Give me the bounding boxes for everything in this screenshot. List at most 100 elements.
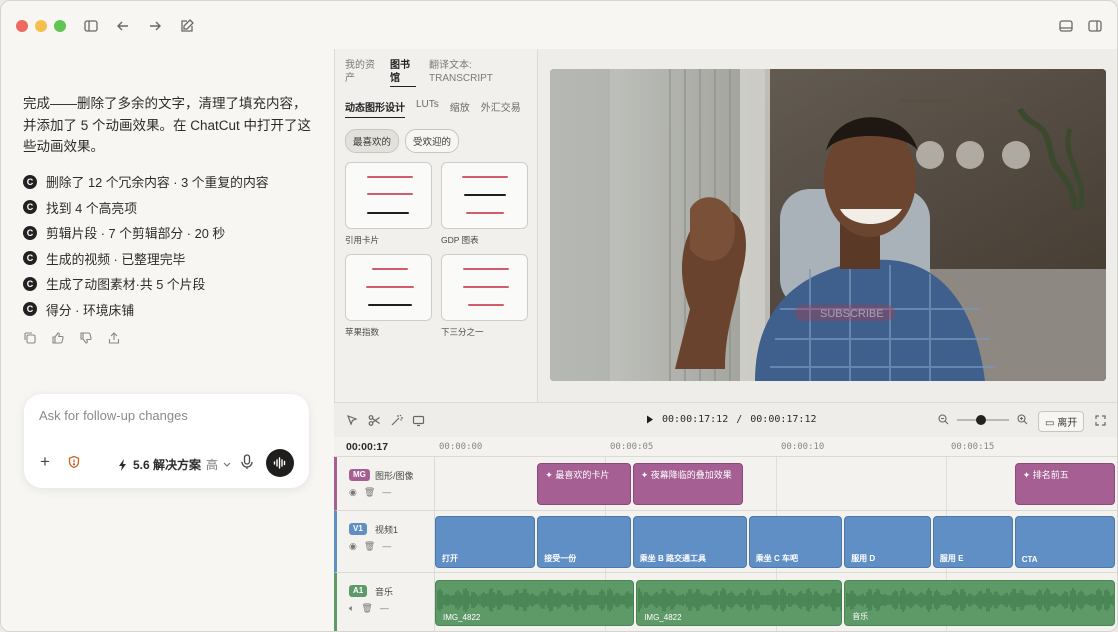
scissors-icon[interactable]: [368, 414, 381, 427]
ruler-tick: 00:00:00: [439, 442, 483, 452]
chatcut-icon: C: [23, 251, 37, 266]
template-card[interactable]: GDP 图表: [441, 162, 528, 246]
ruler-tick: 00:00:05: [610, 442, 654, 452]
clip-mg[interactable]: ✦ 最喜欢的卡片: [537, 463, 631, 505]
clip-label: 音乐: [852, 612, 869, 621]
library-subtabs: 动态图形设计 LUTs 缩放 外汇交易: [345, 99, 521, 118]
tab-library[interactable]: 图书馆: [390, 59, 416, 87]
tab-my-assets[interactable]: 我的资产: [345, 59, 377, 87]
assistant-message: 完成——删除了多余的文字，清理了填充内容，并添加了 5 个动画效果。在 Chat…: [23, 96, 312, 154]
thumbs-up-icon[interactable]: [51, 331, 65, 345]
clip-v1[interactable]: 服用 D: [844, 516, 931, 568]
follow-up-input[interactable]: Ask for follow-up changes: [39, 408, 188, 423]
clip-a1[interactable]: IMG_4822: [636, 580, 843, 626]
track-header-v1[interactable]: V1 视频1 ◉ 🗑︎ —: [334, 511, 435, 573]
voice-mode-button[interactable]: [266, 449, 294, 477]
clip-v1[interactable]: 接受一份: [537, 516, 631, 568]
template-label: 下三分之一: [441, 327, 484, 337]
select-tool-icon[interactable]: [346, 414, 359, 427]
chatcut-icon: C: [23, 302, 37, 317]
zoom-window-button[interactable]: [54, 20, 66, 32]
step-text: 找到 4 个高亮项: [46, 200, 138, 216]
minimize-window-button[interactable]: [35, 20, 47, 32]
clip-v1[interactable]: 打开: [435, 516, 536, 568]
zoom-in-icon[interactable]: [1017, 414, 1028, 425]
template-label: 苹果指数: [345, 327, 380, 337]
model-selector[interactable]: 5.6 解决方案 高: [118, 456, 231, 473]
track-badge: V1: [349, 523, 367, 535]
subtab-zoom[interactable]: 缩放: [450, 99, 470, 118]
clip-label: ✦ 排名前五: [1022, 470, 1069, 480]
chatcut-icon: C: [23, 276, 37, 291]
step-item: C 找到 4 个高亮项: [23, 195, 269, 221]
track-header-a1[interactable]: A1 音乐 🔈︎ 🗑︎ —: [334, 573, 435, 631]
monitor-icon[interactable]: [412, 414, 425, 427]
clip-a1[interactable]: 音乐: [844, 580, 1115, 626]
timecode-separator: /: [736, 414, 743, 425]
back-arrow-icon[interactable]: [113, 16, 133, 36]
eye-icon[interactable]: ◉: [349, 487, 357, 498]
thumbs-down-icon[interactable]: [79, 331, 93, 345]
play-icon[interactable]: [646, 415, 654, 424]
template-card[interactable]: 苹果指数: [345, 254, 432, 338]
subtab-luts[interactable]: LUTs: [416, 99, 439, 118]
track-header-mg[interactable]: MG 图形/图像 ◉ 🗑︎ —: [334, 457, 435, 511]
clip-v1[interactable]: 乘坐 C 车吧: [748, 516, 843, 568]
trash-icon[interactable]: 🗑︎: [361, 603, 372, 614]
template-card[interactable]: 引用卡片: [345, 162, 432, 246]
clip-label: 服用 D: [851, 554, 876, 563]
minus-icon[interactable]: —: [382, 487, 391, 498]
zoom-out-icon[interactable]: [938, 414, 949, 425]
template-label: 引用卡片: [345, 235, 380, 245]
tab-transcript[interactable]: 翻译文本: TRANSCRIPT: [429, 59, 499, 87]
template-label: GDP 图表: [441, 235, 479, 245]
lightning-icon: [119, 458, 126, 471]
transport-controls: 00:00:17:12 / 00:00:17:12: [646, 414, 817, 425]
close-window-button[interactable]: [16, 20, 28, 32]
fullscreen-icon[interactable]: [1094, 414, 1107, 427]
clip-a1[interactable]: IMG_4822: [435, 580, 635, 626]
microphone-icon[interactable]: [240, 454, 254, 470]
template-card[interactable]: 下三分之一: [441, 254, 528, 338]
follow-up-composer[interactable]: Ask for follow-up changes + 5.6 解决方案 高: [24, 394, 309, 488]
plus-icon[interactable]: +: [40, 453, 50, 470]
step-item: C 剪辑片段 · 7 个剪辑部分 · 20 秒: [23, 220, 269, 246]
right-panel-toggle-icon[interactable]: [1085, 16, 1105, 36]
magic-wand-icon[interactable]: [390, 414, 403, 427]
sidebar-toggle-icon[interactable]: [81, 16, 101, 36]
time-ruler[interactable]: 00:00:17 00:00:00 00:00:05 00:00:10 00:0…: [334, 437, 1117, 457]
forward-arrow-icon[interactable]: [145, 16, 165, 36]
minus-icon[interactable]: —: [380, 603, 389, 614]
track-badge: MG: [349, 469, 370, 481]
clip-mg[interactable]: ✦ 排名前五: [1014, 463, 1115, 505]
track-lane-v1: 打开 接受一份 乘坐 B 路交通工具 乘坐 C 车吧 服用 D 服用 E CTA: [435, 511, 1117, 573]
speaker-icon[interactable]: 🔈︎: [349, 603, 354, 614]
clip-mg[interactable]: ✦ 夜幕降临的叠加效果: [632, 463, 744, 505]
eye-icon[interactable]: ◉: [349, 541, 357, 552]
share-icon[interactable]: [107, 331, 121, 345]
clip-label: ✦ 夜幕降临的叠加效果: [640, 470, 732, 480]
minus-icon[interactable]: —: [382, 541, 391, 552]
chip-popular[interactable]: 受欢迎的: [405, 129, 460, 153]
clip-label: 服用 E: [939, 554, 964, 563]
bottom-panel-toggle-icon[interactable]: [1056, 16, 1076, 36]
video-frame[interactable]: SUBSCRIBE: [550, 69, 1106, 381]
compose-icon[interactable]: [177, 16, 197, 36]
model-label: 5.6 解决方案: [133, 458, 202, 472]
shield-icon[interactable]: [67, 455, 81, 469]
clip-v1[interactable]: 乘坐 B 路交通工具: [632, 516, 747, 568]
template-thumbnail: [441, 162, 528, 229]
leave-button[interactable]: ▭ 离开: [1038, 411, 1085, 432]
timeline-toolbar: 00:00:17:12 / 00:00:17:12 ▭ 离开: [334, 402, 1117, 437]
zoom-slider[interactable]: [957, 414, 1009, 425]
subtab-motion-graphics[interactable]: 动态图形设计: [345, 99, 405, 118]
clip-v1[interactable]: 服用 E: [932, 516, 1013, 568]
copy-icon[interactable]: [23, 331, 37, 345]
trash-icon[interactable]: 🗑︎: [364, 487, 375, 498]
zoom-slider-handle[interactable]: [976, 414, 986, 425]
trash-icon[interactable]: 🗑︎: [364, 541, 375, 552]
chip-favorites[interactable]: 最喜欢的: [345, 129, 400, 153]
asset-library-panel: 我的资产 图书馆 翻译文本: TRANSCRIPT 动态图形设计 LUTs 缩放…: [334, 49, 538, 402]
clip-v1[interactable]: CTA: [1014, 516, 1115, 568]
subtab-forex[interactable]: 外汇交易: [481, 99, 521, 118]
